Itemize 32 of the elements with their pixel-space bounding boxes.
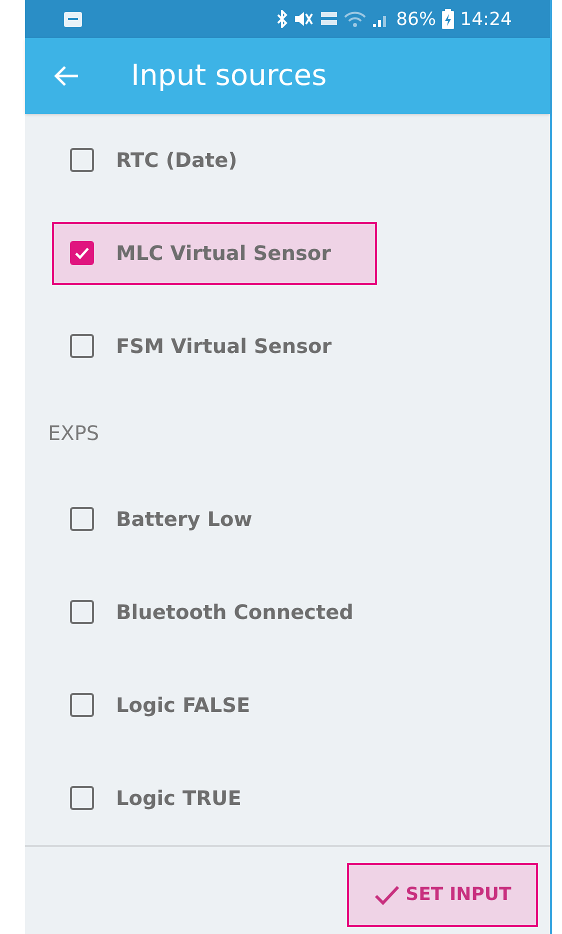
set-input-button[interactable]: SET INPUT xyxy=(347,862,538,927)
option-label: Bluetooth Connected xyxy=(116,599,354,626)
option-label: Battery Low xyxy=(116,506,252,534)
checkbox[interactable] xyxy=(70,600,94,624)
option-label: MLC Virtual Sensor xyxy=(116,240,331,268)
section-header: EXPS xyxy=(48,420,100,447)
option-row[interactable]: MLC Virtual Sensor xyxy=(52,222,377,285)
mute-icon xyxy=(294,10,314,28)
option-row[interactable]: Logic FALSE xyxy=(52,674,377,737)
checkbox[interactable] xyxy=(70,693,94,718)
check-icon xyxy=(74,245,90,262)
battery-percent: 86% xyxy=(396,8,436,32)
checkbox[interactable] xyxy=(70,148,94,172)
option-row[interactable]: RTC (Date) xyxy=(52,128,377,192)
battery-icon xyxy=(442,9,454,30)
check-icon xyxy=(374,884,400,906)
option-label: Logic TRUE xyxy=(116,785,242,812)
checkbox[interactable] xyxy=(70,786,94,810)
checkbox[interactable] xyxy=(70,507,94,532)
screen-title: Input sources xyxy=(131,57,327,94)
option-row[interactable]: FSM Virtual Sensor xyxy=(52,314,377,378)
bluetooth-icon xyxy=(276,10,288,28)
clock: 14:24 xyxy=(460,8,512,32)
option-row[interactable]: Bluetooth Connected xyxy=(52,580,377,644)
wifi-icon xyxy=(344,10,366,28)
option-label: RTC (Date) xyxy=(116,147,238,174)
checkbox[interactable] xyxy=(70,241,94,266)
option-row[interactable]: Logic TRUE xyxy=(52,766,377,830)
option-label: FSM Virtual Sensor xyxy=(116,333,332,360)
checkbox[interactable] xyxy=(70,334,94,358)
option-row[interactable]: Battery Low xyxy=(52,488,377,551)
option-label: Logic FALSE xyxy=(116,692,250,720)
